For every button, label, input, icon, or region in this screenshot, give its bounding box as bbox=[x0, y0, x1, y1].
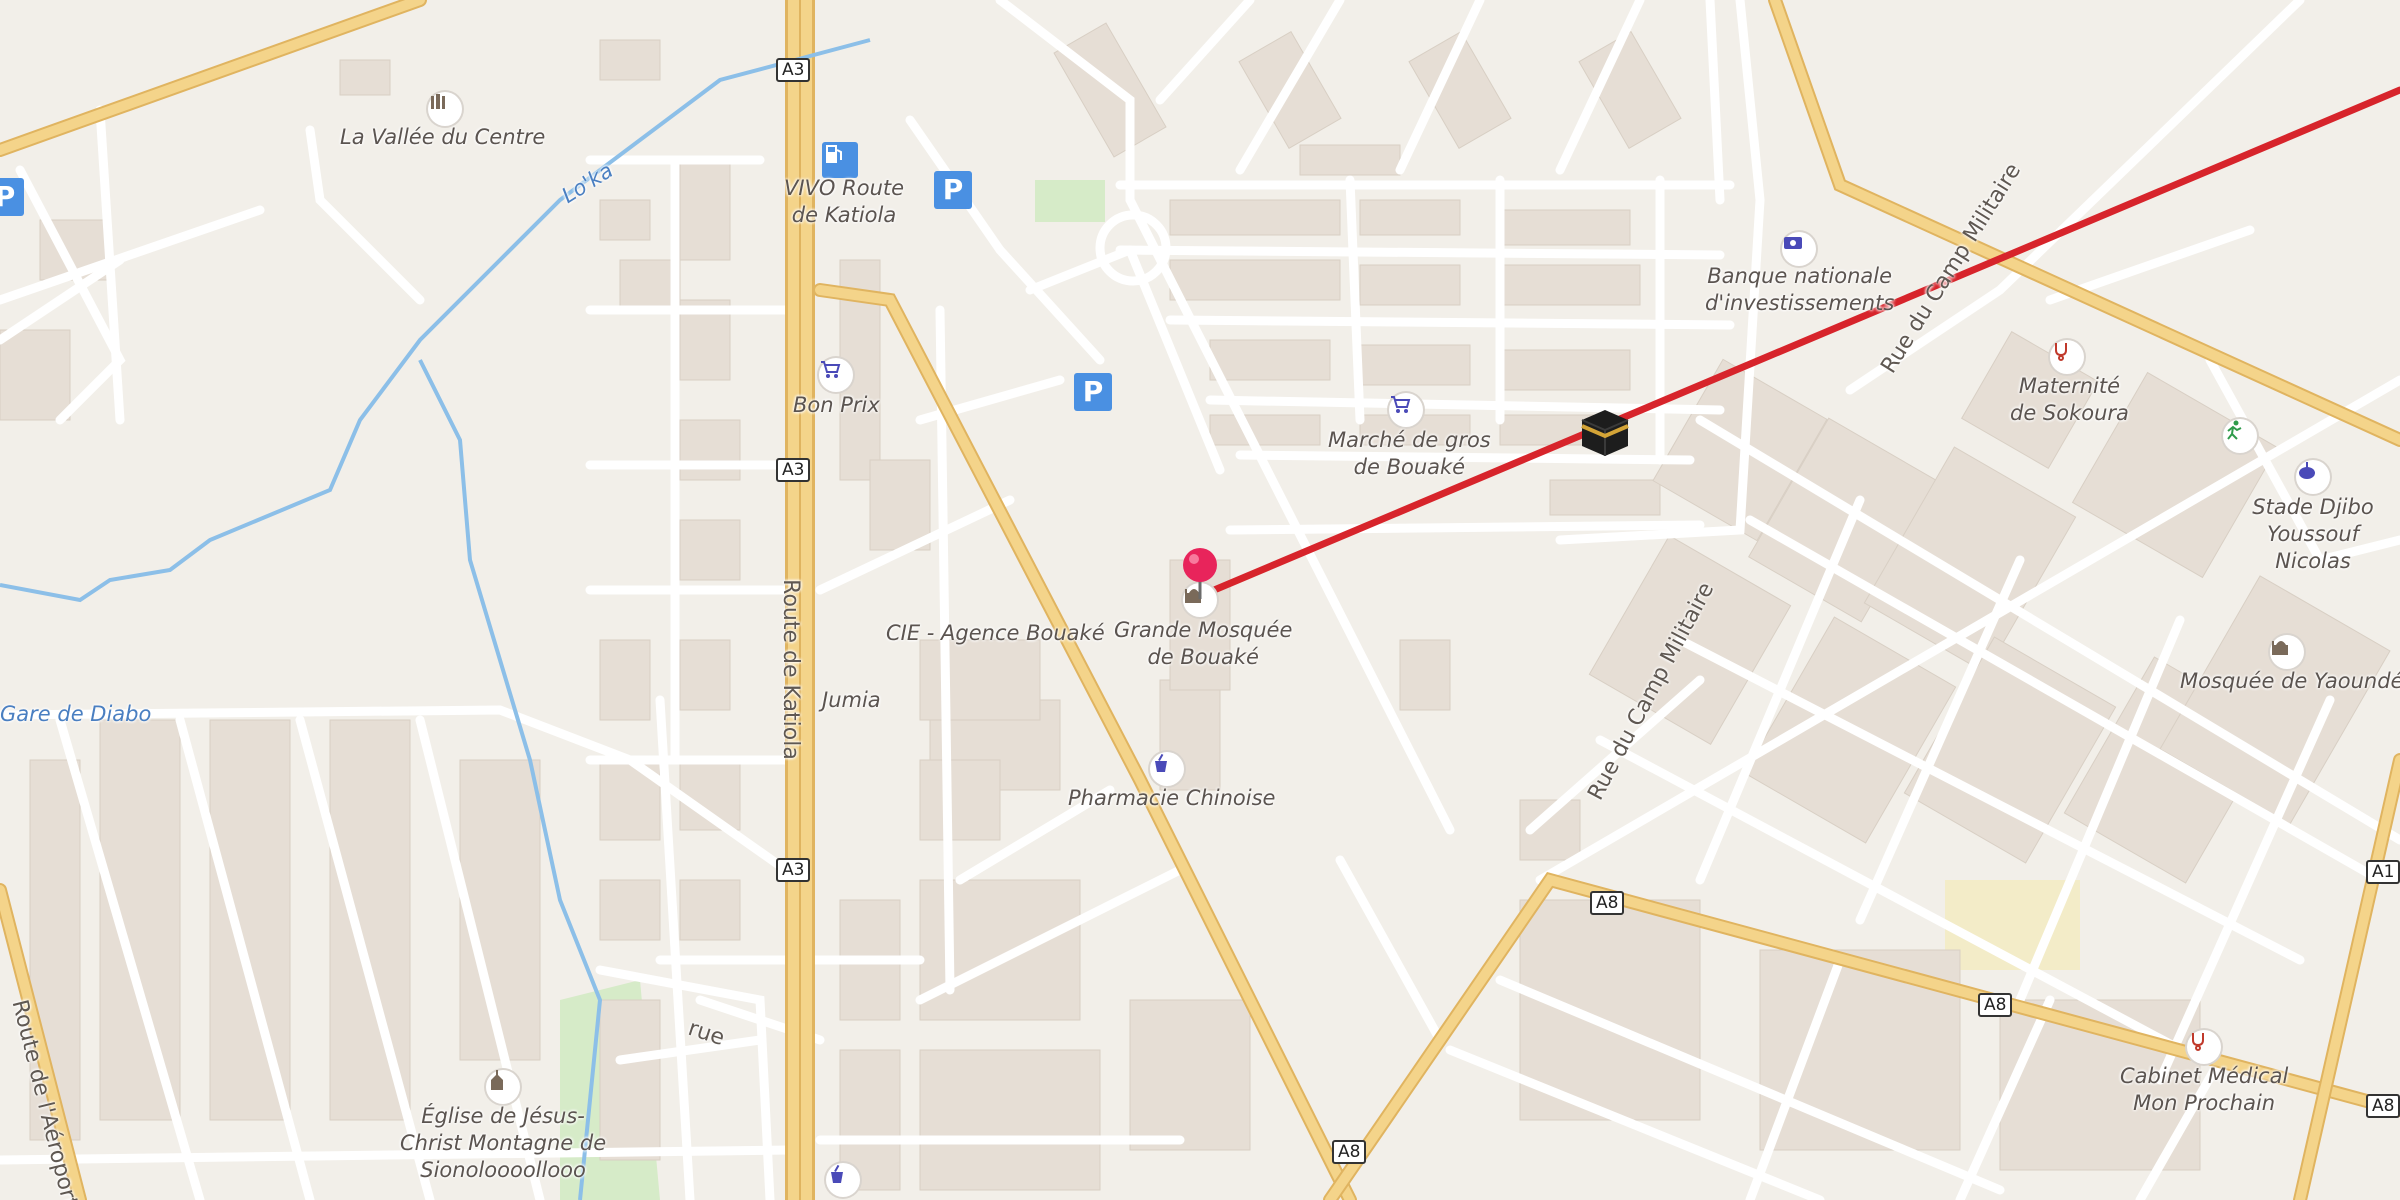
pharmacy-icon[interactable] bbox=[826, 1163, 860, 1197]
monument-icon[interactable] bbox=[428, 92, 462, 126]
poi-label: Marché de gros de Bouaké bbox=[1328, 428, 1491, 479]
poi-label: CIE - Agence Bouaké bbox=[886, 621, 1105, 645]
road-shield: A3 bbox=[776, 58, 811, 82]
church-icon[interactable] bbox=[486, 1070, 520, 1104]
poi-label: Bon Prix bbox=[793, 393, 880, 417]
map-canvas[interactable]: A3 A3 A3 A8 A8 A8 A8 A1 P P P La Vallée … bbox=[0, 0, 2400, 1200]
poi-label: Grande Mosquée de Bouaké bbox=[1114, 618, 1293, 669]
hospital-icon[interactable] bbox=[2050, 340, 2084, 374]
road-shield: A8 bbox=[1978, 993, 2013, 1017]
stadium-icon[interactable] bbox=[2296, 460, 2330, 494]
parking-icon[interactable]: P bbox=[0, 178, 24, 216]
poi-label: La Vallée du Centre bbox=[340, 125, 546, 149]
pharmacy-icon[interactable] bbox=[1150, 752, 1184, 786]
mosque-icon[interactable] bbox=[2270, 635, 2304, 669]
fuel-icon[interactable] bbox=[822, 142, 858, 178]
route-line bbox=[1196, 86, 2400, 600]
sports-icon[interactable] bbox=[2223, 419, 2257, 453]
road-shield: A8 bbox=[1332, 1140, 1367, 1164]
poi-label: Pharmacie Chinoise bbox=[1068, 786, 1276, 810]
poi-label: Mosquée de Yaoundé bbox=[2180, 669, 2400, 693]
shopping-cart-icon[interactable] bbox=[819, 358, 853, 392]
road-shield: A3 bbox=[776, 858, 811, 882]
street-label: Route de Katiola bbox=[777, 579, 803, 760]
bank-icon[interactable] bbox=[1782, 232, 1816, 266]
poi-label: Maternité de Sokoura bbox=[2010, 374, 2129, 425]
poi-label: VIVO Route de Katiola bbox=[784, 176, 905, 227]
road-shield: A1 bbox=[2366, 860, 2400, 884]
parking-icon[interactable]: P bbox=[1074, 373, 1112, 411]
road-shield: A8 bbox=[1590, 891, 1625, 915]
poi-label: Banque nationale d'investissements bbox=[1705, 264, 1895, 315]
poi-label: Jumia bbox=[822, 688, 881, 712]
station-label: Gare de Diabo bbox=[0, 702, 152, 726]
road-shield: A3 bbox=[776, 458, 811, 482]
hospital-icon[interactable] bbox=[2187, 1030, 2221, 1064]
poi-label: Église de Jésus- Christ Montagne de Sion… bbox=[400, 1104, 607, 1182]
shopping-cart-icon[interactable] bbox=[1389, 393, 1423, 427]
parking-icon[interactable]: P bbox=[934, 171, 972, 209]
poi-label: Cabinet Médical Mon Prochain bbox=[2120, 1064, 2289, 1115]
poi-label: Stade Djibo Youssouf Nicolas bbox=[2252, 495, 2374, 573]
road-shield: A8 bbox=[2366, 1094, 2400, 1118]
kaaba-icon[interactable] bbox=[1578, 404, 1632, 458]
